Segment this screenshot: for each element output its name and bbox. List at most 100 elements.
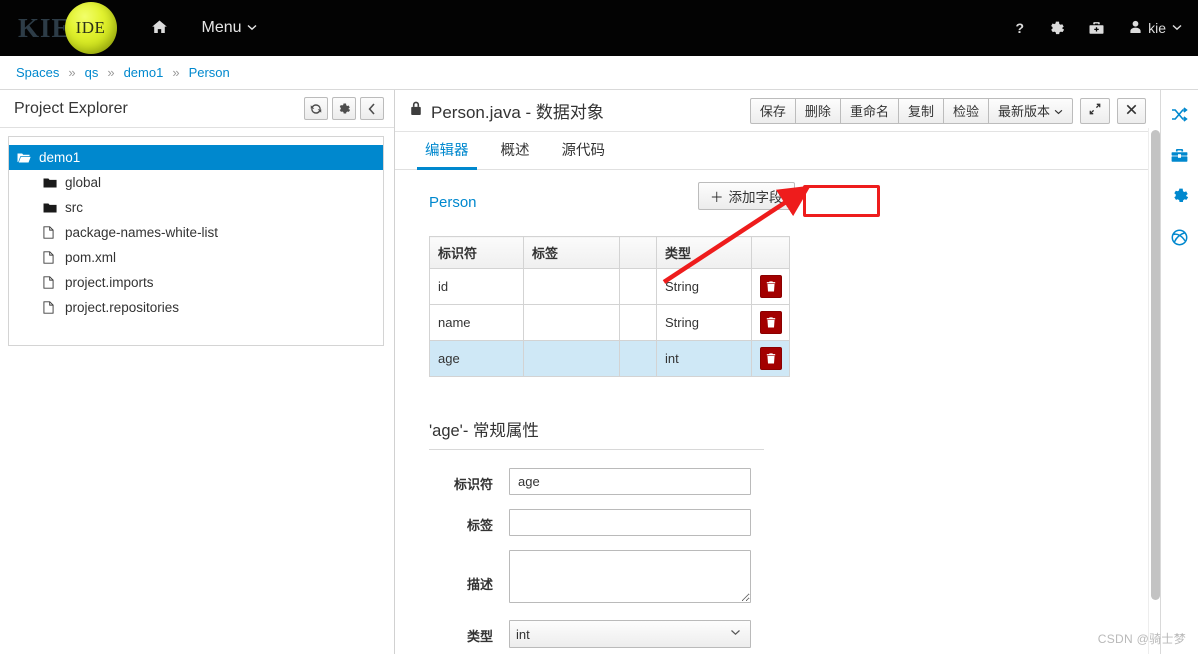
identifier-control (509, 468, 751, 495)
editor-header: Person.java - 数据对象 保存 删除 重命名 复制 检验 最新版本 (395, 90, 1160, 132)
briefcase-icon[interactable] (1169, 145, 1191, 165)
cell-type: String (656, 304, 752, 341)
right-icon-rail (1160, 90, 1198, 654)
column-header-label: 标签 (523, 236, 620, 269)
save-button[interactable]: 保存 (749, 97, 796, 124)
label-input[interactable] (509, 509, 751, 536)
editor-body: Person ＋ 添加字段 标识符 标签 类型 id String name S… (395, 170, 1160, 654)
tree-item-package-names-white-list[interactable]: package-names-white-list (9, 220, 383, 245)
data-object-row: Person ＋ 添加字段 (413, 182, 1130, 218)
avatar (1129, 20, 1142, 37)
table-row[interactable]: name String (429, 304, 790, 341)
file-icon (43, 251, 65, 264)
file-icon (43, 301, 65, 314)
home-icon[interactable] (151, 19, 168, 38)
collapse-left-icon[interactable] (360, 97, 384, 120)
table-row[interactable]: id String (429, 268, 790, 305)
editor-title: Person.java - 数据对象 (431, 103, 604, 122)
tab-editor[interactable]: 编辑器 (409, 139, 485, 170)
add-field-button[interactable]: ＋ 添加字段 (698, 182, 795, 210)
gear-icon[interactable] (1049, 21, 1065, 36)
file-icon (43, 276, 65, 289)
help-icon[interactable]: ? (1016, 20, 1025, 36)
breadcrumb-item-demo1[interactable]: demo1 (124, 65, 164, 80)
label-label: 标签 (466, 518, 493, 533)
delete-row-icon[interactable] (760, 347, 782, 370)
cell-type: String (656, 268, 752, 305)
column-header-identifier: 标识符 (429, 236, 524, 269)
main-area: Project Explorer demo1 global src packag… (0, 90, 1198, 654)
expand-button[interactable] (1080, 97, 1110, 124)
page-title: Project Explorer (14, 99, 128, 117)
rename-button[interactable]: 重命名 (840, 97, 899, 124)
brand-badge: IDE (64, 2, 117, 54)
close-button[interactable] (1117, 97, 1146, 124)
cell-identifier: age (429, 340, 524, 377)
column-header-actions (751, 236, 790, 269)
delete-row-icon[interactable] (760, 311, 782, 334)
form-row-identifier: 标识符 (413, 468, 1130, 495)
project-explorer-panel: Project Explorer demo1 global src packag… (0, 90, 395, 654)
tree-item-global[interactable]: global (9, 170, 383, 195)
table-header-row: 标识符 标签 类型 (429, 236, 790, 269)
brand-text: KIE (18, 12, 71, 43)
user-menu[interactable]: kie (1129, 20, 1182, 37)
column-header-type: 类型 (656, 236, 752, 269)
type-label: 类型 (466, 629, 493, 644)
editor-scrollbar-thumb[interactable] (1151, 130, 1160, 600)
user-label: kie (1148, 20, 1166, 36)
refresh-icon[interactable] (304, 97, 328, 120)
identifier-input[interactable] (509, 468, 751, 495)
globe-icon[interactable] (1169, 227, 1191, 247)
form-row-type: 类型 int (413, 620, 1130, 648)
table-row[interactable]: age int (429, 340, 790, 377)
delete-row-icon[interactable] (760, 275, 782, 298)
tree-item-label: project.repositories (65, 300, 180, 315)
gear-icon[interactable] (332, 97, 356, 120)
cell-blank (619, 304, 657, 341)
delete-button[interactable]: 删除 (795, 97, 841, 124)
shuffle-icon[interactable] (1169, 104, 1191, 124)
breadcrumb-item-person[interactable]: Person (189, 65, 230, 80)
data-object-name[interactable]: Person (413, 194, 477, 211)
type-select[interactable]: int (509, 620, 751, 648)
latest-version-label: 最新版本 (997, 104, 1050, 119)
editor-scrollbar[interactable] (1148, 128, 1160, 654)
cell-blank (619, 268, 657, 305)
editor-panel: Person.java - 数据对象 保存 删除 重命名 复制 检验 最新版本 (395, 90, 1160, 654)
tree-item-project-repositories[interactable]: project.repositories (9, 295, 383, 320)
editor-action-buttons: 保存 删除 重命名 复制 检验 最新版本 (749, 97, 1073, 124)
breadcrumb-item-spaces[interactable]: Spaces (16, 65, 59, 80)
description-label: 描述 (466, 577, 493, 592)
tree-item-demo1[interactable]: demo1 (9, 145, 383, 170)
lock-icon (409, 101, 423, 120)
toolbox-icon[interactable] (1089, 21, 1104, 35)
breadcrumb-separator: » (107, 65, 115, 80)
tree-item-label: package-names-white-list (65, 225, 219, 240)
tab-overview[interactable]: 概述 (485, 139, 546, 169)
breadcrumb-separator: » (172, 65, 180, 80)
validate-button[interactable]: 检验 (943, 97, 989, 124)
form-row-label: 标签 (413, 509, 1130, 536)
editor-title-group: Person.java - 数据对象 (409, 98, 604, 123)
folder-icon (43, 177, 65, 189)
gear-icon[interactable] (1169, 186, 1191, 206)
watermark: CSDN @骑士梦 (1097, 632, 1186, 646)
form-row-description: 描述 (413, 550, 1130, 606)
tree-item-label: global (65, 175, 102, 190)
tree-item-pom-xml[interactable]: pom.xml (9, 245, 383, 270)
tab-source[interactable]: 源代码 (546, 139, 622, 169)
tree-item-src[interactable]: src (9, 195, 383, 220)
menu-label: Menu (201, 19, 242, 36)
breadcrumb-separator: » (68, 65, 76, 80)
description-textarea[interactable] (509, 550, 751, 603)
column-header-blank (619, 236, 657, 269)
latest-version-dropdown[interactable]: 最新版本 (988, 97, 1073, 124)
cell-type: int (656, 340, 752, 377)
copy-button[interactable]: 复制 (898, 97, 944, 124)
brand-logo[interactable]: KIE IDE (18, 2, 117, 54)
menu-button[interactable]: Menu (202, 19, 257, 37)
close-icon (1126, 103, 1137, 118)
tree-item-project-imports[interactable]: project.imports (9, 270, 383, 295)
breadcrumb-item-qs[interactable]: qs (85, 65, 99, 80)
